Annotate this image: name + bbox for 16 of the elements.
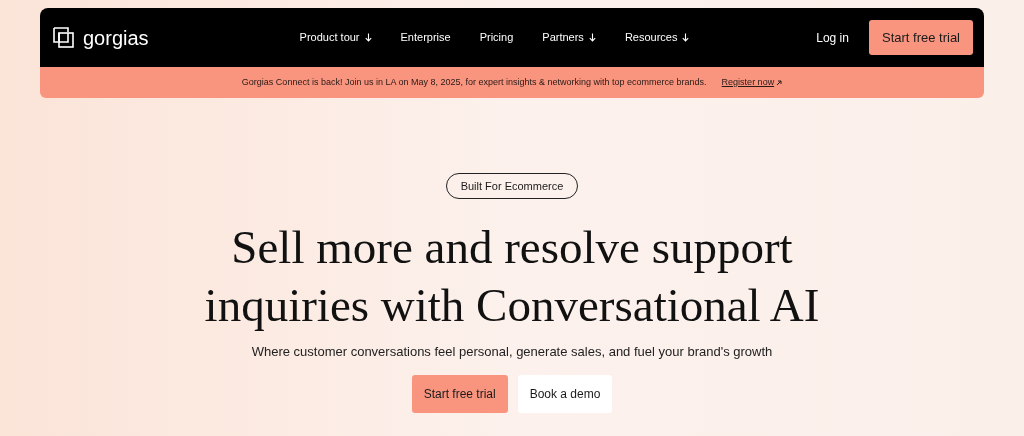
logo-text[interactable]: gorgias — [83, 27, 149, 48]
book-demo-button[interactable]: Book a demo — [517, 374, 613, 413]
start-trial-button[interactable]: Start free trial — [411, 374, 508, 413]
logo-icon — [53, 26, 75, 49]
announcement-text: Gorgias Connect is back! Join us in LA on May 8, 2025, for expert insights & networking with top ecommerce brands. — [241, 75, 707, 89]
nav-link[interactable]: Partners — [542, 29, 596, 46]
nav-link[interactable]: Product tour — [299, 29, 372, 46]
hero-subtitle: Where customer conversations feel personal, generate sales, and fuel your brand's growth — [251, 343, 773, 361]
nav-link[interactable]: Pricing — [479, 29, 514, 46]
nav-link[interactable]: Resources — [624, 29, 690, 46]
start-trial-button[interactable]: Start free trial — [868, 20, 973, 55]
hero-headline: Sell more and resolve support inquiries with Conversational AI — [204, 220, 820, 333]
external-link-icon — [776, 79, 783, 86]
register-link[interactable]: Register now — [721, 75, 783, 90]
login-link[interactable]: Log in — [816, 28, 849, 47]
nav-link[interactable]: Enterprise — [400, 29, 451, 46]
